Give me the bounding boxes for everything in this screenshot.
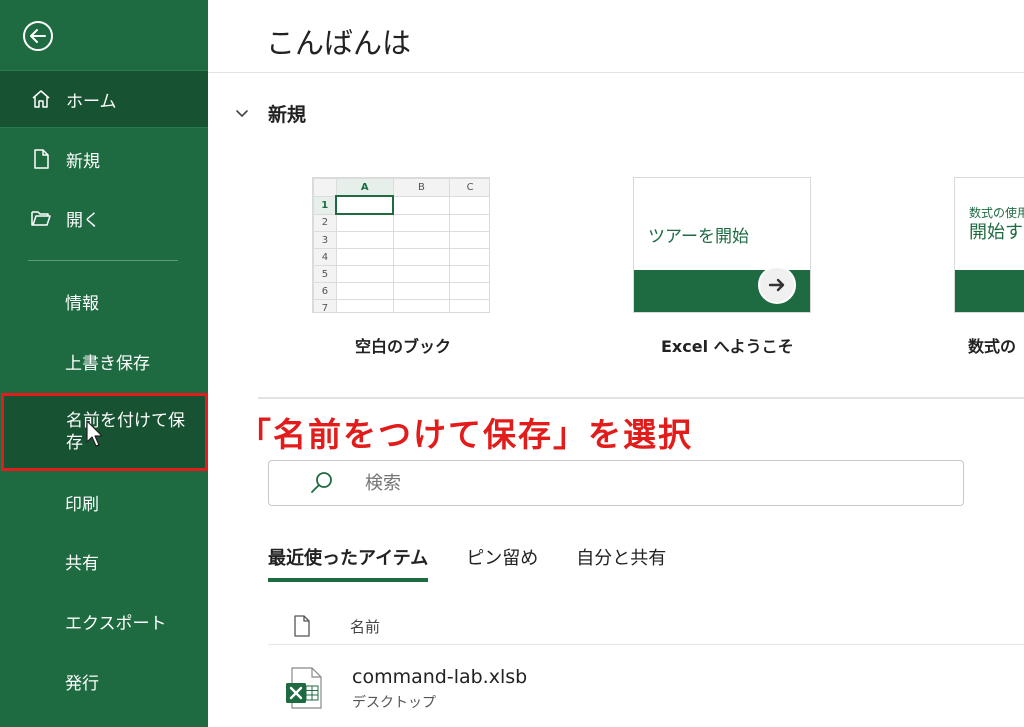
sidebar-item-print[interactable]: 印刷 — [0, 473, 208, 531]
sidebar-item-label: エクスポート — [65, 613, 167, 634]
formulas-thumbnail-title: 開始す — [969, 222, 1023, 243]
row-header: 6 — [313, 282, 337, 300]
page-title: こんばんは — [266, 26, 412, 60]
new-section-title: 新規 — [268, 104, 307, 126]
sidebar-item-new[interactable]: 新規 — [0, 130, 208, 188]
sidebar-item-share[interactable]: 共有 — [0, 532, 208, 590]
row-header: 3 — [313, 231, 337, 249]
search-icon — [311, 472, 332, 493]
sidebar-item-info[interactable]: 情報 — [0, 272, 208, 330]
file-tabs: 最近使ったアイテム ピン留め 自分と共有 — [268, 544, 704, 582]
sidebar-item-open[interactable]: 開く — [0, 189, 208, 247]
row-header: 2 — [313, 213, 337, 232]
tab-recent[interactable]: 最近使ったアイテム — [268, 544, 429, 582]
row-header: 7 — [313, 299, 337, 312]
file-location: デスクトップ — [352, 695, 436, 711]
sidebar-item-publish[interactable]: 発行 — [0, 652, 208, 710]
sidebar-item-label: 印刷 — [65, 494, 99, 515]
row-header: 1 — [313, 195, 337, 215]
sidebar-item-label: 名前を付けて保存 — [66, 411, 185, 453]
search-box[interactable] — [268, 460, 964, 506]
column-name-header[interactable]: 名前 — [350, 616, 380, 637]
sidebar-item-label: 情報 — [65, 293, 99, 314]
template-label: Excel へようこそ — [661, 337, 794, 356]
sidebar-item-label: 共有 — [65, 553, 99, 574]
new-section-header[interactable]: 新規 — [234, 100, 306, 127]
column-header: A — [335, 178, 394, 197]
blank-workbook-thumbnail: A B C 1 2 3 4 5 6 7 — [313, 178, 489, 312]
excel-file-icon — [286, 667, 322, 709]
instruction-annotation: 「名前をつけて保存」を選択 — [238, 415, 693, 454]
sidebar-item-save-as[interactable]: 名前を付けて保存 — [1, 393, 208, 471]
file-list-item[interactable]: command-lab.xlsb デスクトップ — [268, 660, 1024, 727]
file-name: command-lab.xlsb — [352, 666, 528, 688]
sidebar-divider — [28, 260, 178, 261]
template-blank-workbook[interactable]: A B C 1 2 3 4 5 6 7 — [312, 177, 490, 313]
mouse-cursor-icon — [86, 420, 103, 447]
row-header: 5 — [313, 265, 337, 283]
sidebar-item-label: 発行 — [65, 673, 99, 694]
back-button[interactable] — [22, 20, 54, 52]
template-excel-welcome[interactable]: ツアーを開始 — [633, 177, 811, 313]
tab-pinned[interactable]: ピン留め — [466, 544, 538, 582]
arrow-right-icon — [758, 266, 796, 304]
backstage-sidebar: ホーム 新規 開く 情報 上書き保存 名前を付けて保存 印刷 共有 エクスポート… — [0, 0, 208, 727]
tour-thumbnail-text: ツアーを開始 — [648, 227, 749, 247]
template-formulas[interactable]: 数式の使用 開始す — [954, 177, 1024, 313]
column-header: C — [449, 178, 489, 197]
tab-shared-with-me[interactable]: 自分と共有 — [576, 544, 666, 582]
formulas-thumbnail-band — [955, 270, 1024, 312]
sidebar-item-export[interactable]: エクスポート — [0, 592, 208, 650]
column-header: B — [392, 178, 451, 197]
sidebar-item-save[interactable]: 上書き保存 — [0, 332, 208, 390]
home-icon — [30, 88, 52, 110]
row-header: 4 — [313, 248, 337, 266]
file-type-icon — [294, 615, 310, 637]
template-label: 空白のブック — [355, 337, 452, 356]
back-arrow-icon — [23, 21, 53, 51]
new-file-icon — [30, 148, 52, 170]
sidebar-item-label: ホーム — [66, 91, 117, 112]
chevron-down-icon — [236, 109, 248, 117]
search-input[interactable] — [363, 471, 867, 495]
sidebar-item-label: 開く — [66, 210, 100, 231]
open-folder-icon — [30, 207, 52, 229]
sidebar-item-home[interactable]: ホーム — [0, 70, 208, 128]
file-list-header: 名前 — [268, 608, 1024, 645]
sidebar-item-label: 上書き保存 — [65, 353, 150, 374]
section-divider — [258, 397, 1024, 399]
title-divider — [208, 72, 1024, 73]
sidebar-item-label: 新規 — [66, 151, 100, 172]
template-label: 数式の — [968, 337, 1017, 356]
